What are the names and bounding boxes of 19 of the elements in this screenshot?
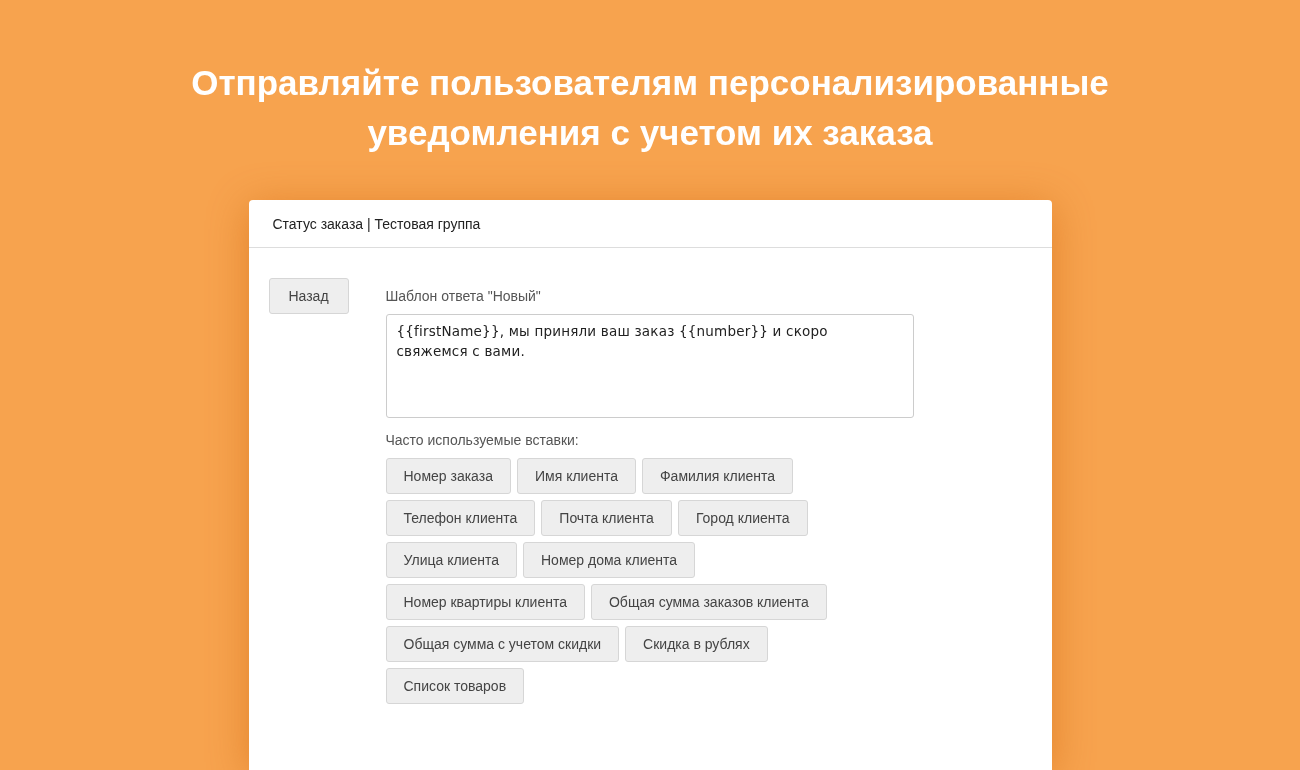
template-label: Шаблон ответа "Новый" <box>385 288 542 304</box>
headline: Отправляйте пользователям персонализированные уведомления с учетом их заказа <box>190 62 1110 154</box>
back-button[interactable]: Назад <box>268 278 349 314</box>
card-title: Статус заказа | Тестовая группа <box>272 215 481 232</box>
insert-button[interactable]: Улица клиента <box>385 542 517 578</box>
insert-button[interactable]: Имя клиента <box>516 458 636 494</box>
insert-button[interactable]: Список товаров <box>385 668 525 704</box>
insert-button[interactable]: Общая сумма заказов клиента <box>590 584 827 620</box>
insert-button[interactable]: Номер дома клиента <box>523 542 696 578</box>
insert-button[interactable]: Почта клиента <box>541 500 672 536</box>
insert-button[interactable]: Фамилия клиента <box>641 458 794 494</box>
insert-button[interactable]: Телефон клиента <box>385 500 536 536</box>
insert-button[interactable]: Номер заказа <box>385 458 511 494</box>
template-text-field[interactable]: {{firstName}}, мы приняли ваш заказ {{number}} и скоро свяжемся с вами. <box>385 314 914 418</box>
insert-button[interactable]: Город клиента <box>677 500 808 536</box>
insert-button[interactable]: Общая сумма с учетом скидки <box>385 626 620 662</box>
inserts-label: Часто используемые вставки: <box>385 432 580 448</box>
insert-button[interactable]: Номер квартиры клиента <box>385 584 585 620</box>
insert-button[interactable]: Скидка в рублях <box>625 626 768 662</box>
